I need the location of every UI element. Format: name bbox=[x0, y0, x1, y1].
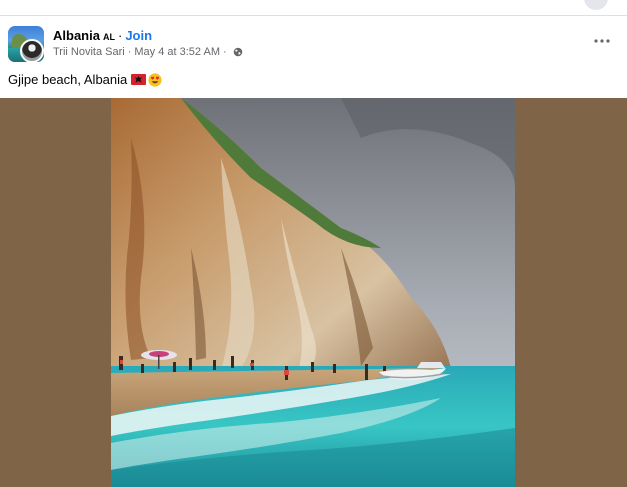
group-name-link[interactable]: Albania bbox=[53, 28, 100, 43]
beach-photo-illustration bbox=[111, 98, 515, 487]
more-options-button[interactable] bbox=[589, 31, 615, 51]
caption-text: Gjipe beach, Albania bbox=[8, 72, 128, 87]
heart-eyes-emoji bbox=[148, 72, 162, 87]
post-media bbox=[0, 98, 627, 487]
author-name-link[interactable]: Trii Novita Sari bbox=[53, 46, 125, 58]
top-divider bbox=[0, 15, 627, 16]
more-options-icon bbox=[594, 39, 610, 43]
timestamp-link[interactable]: May 4 at 3:52 AM bbox=[134, 46, 220, 58]
meta-line: Trii Novita Sari · May 4 at 3:52 AM · bbox=[53, 46, 243, 58]
albania-flag-emoji bbox=[131, 74, 147, 85]
globe-icon bbox=[233, 47, 243, 57]
title-line: Albania AL · Join bbox=[53, 28, 152, 43]
meta-separator: · bbox=[127, 46, 132, 58]
facebook-post-page: Albania AL · Join Trii Novita Sari · May 4 … bbox=[0, 0, 627, 487]
post-photo[interactable] bbox=[111, 98, 515, 487]
post-header: Albania AL · Join Trii Novita Sari · May 4 … bbox=[8, 25, 619, 65]
group-badge: AL bbox=[102, 32, 115, 42]
post-caption: Gjipe beach, Albania bbox=[8, 72, 162, 87]
join-button[interactable]: Join bbox=[125, 28, 152, 43]
title-separator: · bbox=[117, 28, 123, 43]
top-circle-button[interactable] bbox=[584, 0, 608, 10]
author-avatar[interactable] bbox=[20, 39, 44, 63]
meta-separator: · bbox=[223, 46, 227, 58]
